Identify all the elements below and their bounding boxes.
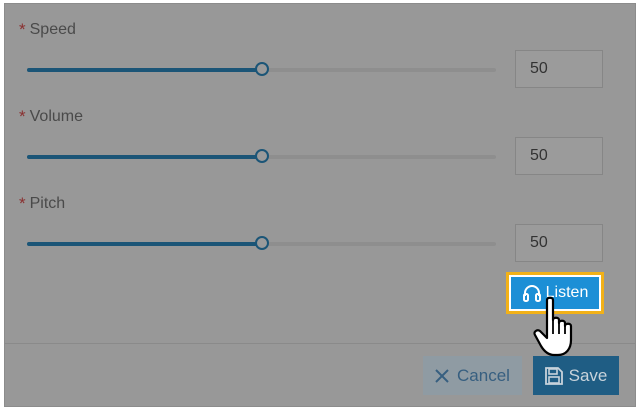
listen-button[interactable]: Listen	[511, 277, 599, 309]
volume-value-input[interactable]: 50	[515, 137, 603, 175]
headphones-icon	[522, 285, 541, 302]
required-mark: *	[19, 194, 26, 213]
required-mark: *	[19, 107, 26, 126]
slider-track	[27, 242, 262, 246]
voice-settings-panel: *Speed 50 *Volume 50 *Pitch 50 Listen	[4, 3, 636, 407]
volume-label: * Volume	[19, 107, 83, 126]
speed-value-input[interactable]: 50	[515, 50, 603, 88]
slider-handle[interactable]	[254, 236, 269, 250]
slider-track	[27, 68, 262, 72]
close-icon	[435, 368, 449, 383]
listen-label: Listen	[545, 284, 589, 301]
save-button[interactable]: Save	[533, 356, 619, 395]
volume-slider[interactable]	[27, 149, 496, 164]
cancel-label: Cancel	[457, 365, 510, 385]
slider-handle[interactable]	[254, 62, 269, 76]
speed-slider[interactable]	[27, 62, 496, 77]
footer-divider	[5, 343, 635, 344]
speed-label: * Speed	[19, 20, 76, 39]
slider-handle[interactable]	[254, 149, 269, 163]
cancel-button[interactable]: Cancel	[423, 356, 522, 395]
listen-highlight: Listen	[506, 272, 604, 314]
floppy-disk-icon	[544, 366, 563, 385]
save-label: Save	[568, 365, 608, 385]
pitch-value-input[interactable]: 50	[515, 224, 603, 262]
pitch-label: * Pitch	[19, 194, 66, 213]
required-mark: *	[19, 20, 26, 39]
pitch-slider[interactable]	[27, 236, 496, 251]
slider-track	[27, 155, 262, 159]
